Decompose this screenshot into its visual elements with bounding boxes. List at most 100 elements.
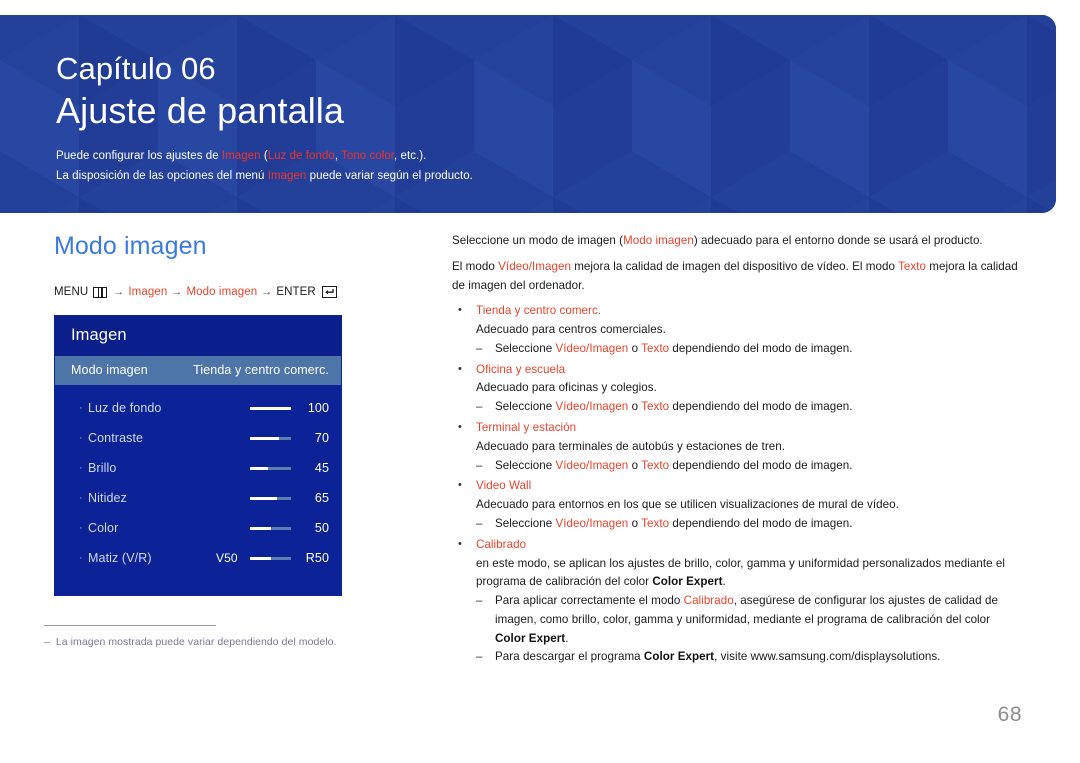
- note-text: Seleccione: [495, 400, 556, 414]
- mode-bullet-list: • Tienda y centro comerc. Adecuado para ce…: [452, 302, 1020, 533]
- bullet-head: • Terminal y estación: [452, 419, 1020, 438]
- osd-row[interactable]: · Color 50: [55, 513, 341, 543]
- description-text: .: [722, 575, 726, 589]
- note-text: , visite www.samsung.com/displaysolution…: [714, 650, 941, 664]
- osd-row-value: 65: [314, 491, 329, 505]
- sub-note-text: Seleccione Vídeo/Imagen o Texto dependie…: [495, 340, 1020, 359]
- osd-slider[interactable]: [250, 406, 291, 410]
- banner-subtitle: Puede configurar los ajustes de Imagen (…: [56, 146, 1016, 186]
- banner-subtitle-line-2: La disposición de las opciones del menú …: [56, 166, 1016, 186]
- bullet-description: Adecuado para oficinas y colegios.: [476, 381, 657, 395]
- list-item: • Tienda y centro comerc. Adecuado para ce…: [452, 302, 1020, 358]
- bullet-title: Tienda y centro comerc.: [476, 304, 602, 318]
- subtitle-text: , etc.).: [394, 149, 427, 162]
- breadcrumb-item-modo-imagen[interactable]: Modo imagen: [186, 286, 257, 298]
- osd-slider[interactable]: [250, 526, 291, 530]
- osd-row-label: Modo imagen: [71, 363, 148, 377]
- footnote: – La imagen mostrada puede variar depend…: [44, 625, 364, 648]
- bold-term-color-expert: Color Expert: [652, 575, 723, 589]
- page-title: Modo imagen: [54, 232, 207, 260]
- osd-slider[interactable]: [250, 466, 291, 470]
- bullet-icon: •: [458, 479, 462, 492]
- menu-bars-icon: [93, 286, 108, 298]
- osd-slider[interactable]: [250, 436, 291, 440]
- bullet-title: Calibrado: [476, 537, 527, 551]
- dash-icon: –: [476, 516, 483, 530]
- osd-row[interactable]: · Contraste 70: [55, 423, 341, 453]
- list-item: • Terminal y estación Adecuado para termin…: [452, 419, 1020, 475]
- osd-row-left-value: V50: [216, 551, 238, 565]
- chapter-label: Capítulo 06: [56, 51, 216, 86]
- osd-row-value: 50: [314, 521, 329, 535]
- bullet-dot-icon: ·: [79, 491, 83, 504]
- osd-row-value: 45: [314, 461, 329, 475]
- osd-slider-fill: [250, 436, 279, 440]
- osd-row-label: Color: [88, 521, 119, 535]
- enter-return-icon: [321, 286, 337, 298]
- bullet-dot-icon: ·: [79, 431, 83, 444]
- menu-label: MENU: [54, 286, 89, 298]
- subtitle-highlight-imagen: Imagen: [267, 169, 307, 182]
- breadcrumb-item-imagen[interactable]: Imagen: [128, 286, 167, 298]
- sub-note: – Para descargar el programa Color Exper…: [452, 648, 1020, 667]
- osd-row[interactable]: · Nitidez 65: [55, 483, 341, 513]
- osd-slider-fill: [250, 496, 277, 500]
- inline-highlight-modo-imagen: Modo imagen: [623, 234, 694, 247]
- bullet-icon: •: [458, 421, 462, 434]
- osd-row-value: R50: [305, 551, 329, 565]
- osd-row-label: Luz de fondo: [88, 401, 162, 415]
- main-content: Seleccione un modo de imagen (Modo image…: [452, 232, 1020, 669]
- inline-highlight-texto: Texto: [641, 516, 670, 530]
- subtitle-text: Puede configurar los ajustes de: [56, 149, 222, 162]
- sub-note-text: Para aplicar correctamente el modo Calib…: [495, 592, 1020, 648]
- paragraph-text: Seleccione un modo de imagen (: [452, 234, 624, 247]
- paragraph-text: ) adecuado para el entorno donde se usar…: [693, 234, 983, 247]
- inline-highlight-video-imagen: Vídeo/Imagen: [555, 400, 629, 414]
- note-text: o: [628, 458, 642, 472]
- bullet-head: • Oficina y escuela: [452, 361, 1020, 380]
- inline-highlight-texto: Texto: [641, 341, 670, 355]
- osd-row[interactable]: · Matiz (V/R) V50 R50: [55, 543, 341, 573]
- bullet-description: Adecuado para terminales de autobús y es…: [476, 439, 785, 453]
- note-text: .: [565, 631, 569, 645]
- list-item: • Oficina y escuela Adecuado para oficinas…: [452, 361, 1020, 417]
- osd-row[interactable]: · Brillo 45: [55, 453, 341, 483]
- bullet-head: • Tienda y centro comerc.: [452, 302, 1020, 321]
- bold-term-color-expert: Color Expert: [643, 650, 715, 664]
- footnote-line: – La imagen mostrada puede variar depend…: [44, 636, 364, 648]
- bullet-dot-icon: ·: [79, 461, 83, 474]
- note-text: Seleccione: [495, 458, 556, 472]
- sub-note-text: Para descargar el programa Color Expert,…: [495, 648, 1020, 667]
- osd-row-label: Contraste: [88, 431, 144, 445]
- bullet-icon: •: [458, 362, 462, 375]
- note-text: o: [628, 341, 642, 355]
- bullet-icon: •: [458, 304, 462, 317]
- note-text: dependiendo del modo de imagen.: [669, 516, 853, 530]
- dash-icon: –: [476, 650, 483, 664]
- sub-note-text: Seleccione Vídeo/Imagen o Texto dependie…: [495, 398, 1020, 417]
- osd-panel-title: Imagen: [55, 316, 341, 356]
- paragraph-text: mejora la calidad de imagen del disposit…: [570, 259, 899, 273]
- banner-subtitle-line-1: Puede configurar los ajustes de Imagen (…: [56, 146, 1016, 166]
- chapter-title: Ajuste de pantalla: [56, 89, 345, 131]
- inline-highlight-calibrado: Calibrado: [683, 594, 734, 608]
- osd-slider[interactable]: [250, 556, 291, 560]
- dash-icon: –: [476, 400, 483, 414]
- bullet-head: • Calibrado: [452, 536, 1020, 555]
- sub-note: – Para aplicar correctamente el modo Cal…: [452, 592, 1020, 648]
- osd-row-modo-imagen[interactable]: Modo imagen Tienda y centro comerc.: [55, 356, 341, 385]
- osd-row-label: Nitidez: [88, 491, 127, 505]
- subtitle-text: (: [260, 149, 268, 162]
- note-text: Seleccione: [495, 341, 556, 355]
- note-text: Para aplicar correctamente el modo: [495, 594, 684, 608]
- bullet-dot-icon: ·: [79, 551, 83, 564]
- paragraph-text: El modo: [452, 259, 499, 273]
- bullet-title: Oficina y escuela: [476, 362, 566, 376]
- osd-row[interactable]: · Luz de fondo 100: [55, 393, 341, 423]
- breadcrumb: MENU → Imagen → Modo imagen → ENTER: [54, 286, 337, 298]
- enter-label: ENTER: [276, 286, 316, 298]
- list-item: • Video Wall Adecuado para entornos en los…: [452, 477, 1020, 533]
- osd-slider[interactable]: [250, 496, 291, 500]
- sub-note-text: Seleccione Vídeo/Imagen o Texto dependie…: [495, 457, 1020, 476]
- subtitle-highlight-luz-de-fondo: Luz de fondo: [267, 149, 335, 162]
